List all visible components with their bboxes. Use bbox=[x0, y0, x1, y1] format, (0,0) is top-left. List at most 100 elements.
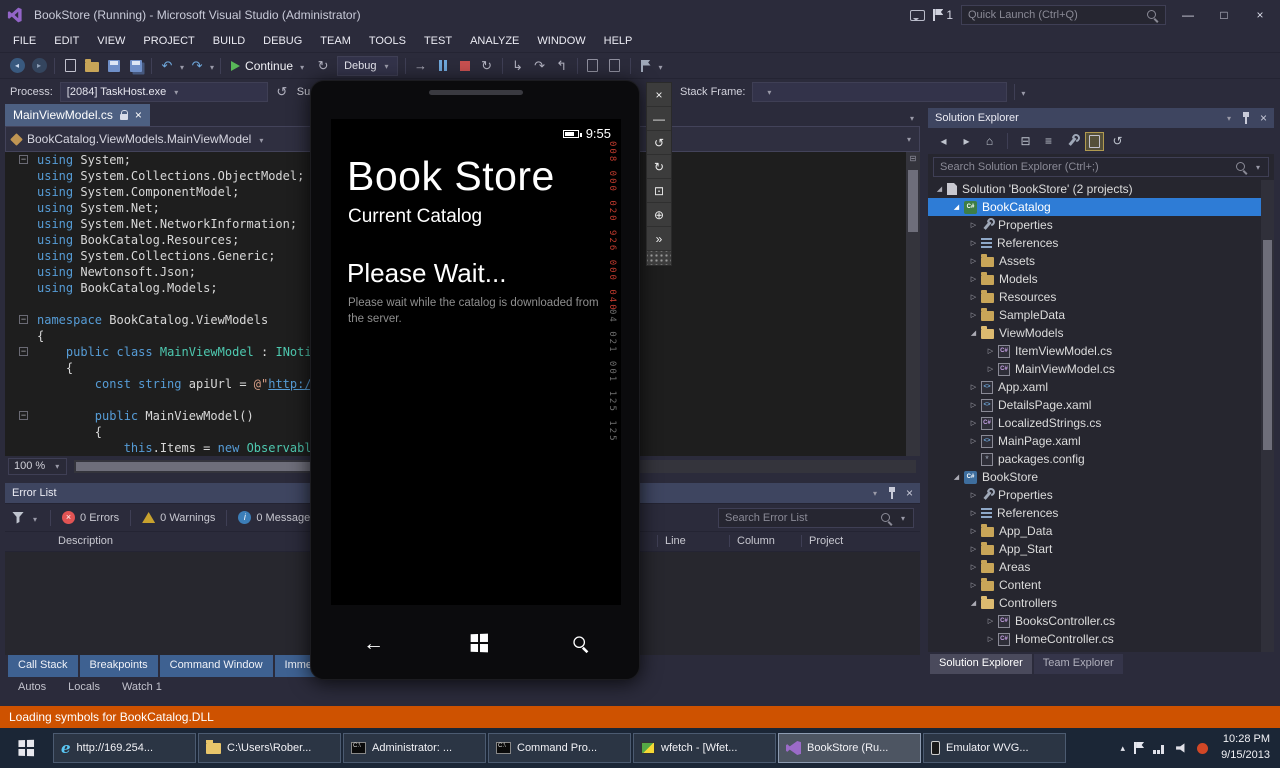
breakpoints-window-button[interactable] bbox=[583, 56, 603, 76]
taskbar-button-c-users-rober[interactable]: C:\Users\Rober... bbox=[198, 733, 341, 763]
tree-item-properties[interactable]: ▷Properties bbox=[928, 216, 1274, 234]
close-panel-icon[interactable] bbox=[1260, 112, 1267, 125]
toolbar-grip[interactable] bbox=[647, 251, 671, 265]
errors-filter-button[interactable]: × 0 Errors bbox=[62, 511, 119, 524]
expander-icon[interactable]: ▷ bbox=[966, 383, 981, 391]
tree-item-bookstore[interactable]: ◢BookStore bbox=[928, 468, 1274, 486]
tree-item-app-start[interactable]: ▷App_Start bbox=[928, 540, 1274, 558]
emulator-screen[interactable]: 9:55 Book Store Current Catalog Please W… bbox=[331, 119, 621, 605]
tab-solution-explorer[interactable]: Solution Explorer bbox=[930, 654, 1032, 674]
tree-item-detailspage-xaml[interactable]: ▷DetailsPage.xaml bbox=[928, 396, 1274, 414]
menu-test[interactable]: TEST bbox=[415, 30, 461, 52]
menu-help[interactable]: HELP bbox=[595, 30, 642, 52]
tab-watch-1[interactable]: Watch 1 bbox=[112, 677, 172, 699]
expander-icon[interactable]: ◢ bbox=[932, 185, 947, 193]
network-icon[interactable] bbox=[1153, 743, 1167, 754]
save-all-button[interactable] bbox=[126, 56, 146, 76]
menu-tools[interactable]: TOOLS bbox=[360, 30, 415, 52]
emulator-tray-icon[interactable] bbox=[1197, 743, 1208, 754]
tab-command-window[interactable]: Command Window bbox=[160, 655, 273, 677]
fold-collapse-icon[interactable]: − bbox=[19, 411, 28, 420]
forward-button[interactable]: ▸ bbox=[957, 132, 976, 151]
expander-icon[interactable]: ▷ bbox=[966, 509, 981, 517]
thread-icon[interactable]: ↺ bbox=[272, 82, 292, 102]
scrollbar-thumb[interactable] bbox=[1263, 240, 1272, 450]
rotate-left-button[interactable]: ↺ bbox=[647, 131, 671, 155]
undo-button[interactable]: ↶ bbox=[157, 56, 177, 76]
tree-item-mainviewmodel-cs[interactable]: ▷MainViewModel.cs bbox=[928, 360, 1274, 378]
expander-icon[interactable]: ▷ bbox=[966, 221, 981, 229]
menu-debug[interactable]: DEBUG bbox=[254, 30, 311, 52]
open-file-button[interactable] bbox=[82, 56, 102, 76]
minimize-button[interactable]: — bbox=[1174, 6, 1202, 24]
tree-item-mainpage-xaml[interactable]: ▷MainPage.xaml bbox=[928, 432, 1274, 450]
refresh-button[interactable]: ↻ bbox=[313, 56, 333, 76]
home-button[interactable]: ⌂ bbox=[980, 132, 999, 151]
sync-with-active-document-button[interactable]: ↺ bbox=[1108, 132, 1127, 151]
tab-team-explorer[interactable]: Team Explorer bbox=[1034, 654, 1123, 674]
tree-item-controllers[interactable]: ◢Controllers bbox=[928, 594, 1274, 612]
expander-icon[interactable]: ▷ bbox=[966, 257, 981, 265]
tree-item-areas[interactable]: ▷Areas bbox=[928, 558, 1274, 576]
tree-item-references[interactable]: ▷References bbox=[928, 234, 1274, 252]
emulator-close-button[interactable]: × bbox=[647, 83, 671, 107]
taskbar-button-http-169-254[interactable]: ehttp://169.254... bbox=[53, 733, 196, 763]
tree-item-app-xaml[interactable]: ▷App.xaml bbox=[928, 378, 1274, 396]
expander-icon[interactable]: ▷ bbox=[966, 239, 981, 247]
column-header-column[interactable]: Column bbox=[729, 535, 775, 547]
stop-debugging-button[interactable] bbox=[455, 56, 475, 76]
taskbar-clock[interactable]: 10:28 PM 9/15/2013 bbox=[1217, 732, 1270, 764]
break-all-button[interactable] bbox=[433, 56, 453, 76]
menu-view[interactable]: VIEW bbox=[88, 30, 134, 52]
split-editor-icon[interactable]: ⊟ bbox=[906, 152, 920, 166]
taskbar-button-bookstore-ru[interactable]: BookStore (Ru... bbox=[778, 733, 921, 763]
show-next-statement-button[interactable]: → bbox=[411, 56, 431, 76]
tree-item-app-data[interactable]: ▷App_Data bbox=[928, 522, 1274, 540]
scrollbar-thumb[interactable] bbox=[908, 170, 918, 232]
search-button[interactable] bbox=[572, 635, 589, 652]
error-list-search-input[interactable]: Search Error List bbox=[718, 508, 914, 528]
menu-edit[interactable]: EDIT bbox=[45, 30, 88, 52]
tree-item-resources[interactable]: ▷Resources bbox=[928, 288, 1274, 306]
tab-locals[interactable]: Locals bbox=[58, 677, 110, 699]
feedback-icon[interactable] bbox=[910, 10, 925, 21]
expander-icon[interactable]: ▷ bbox=[983, 365, 998, 373]
menu-window[interactable]: WINDOW bbox=[528, 30, 594, 52]
expander-icon[interactable]: ▷ bbox=[966, 581, 981, 589]
expander-icon[interactable]: ▷ bbox=[966, 437, 981, 445]
expander-icon[interactable]: ◢ bbox=[949, 473, 964, 481]
pin-icon[interactable] bbox=[888, 487, 897, 499]
stack-frame-dropdown[interactable] bbox=[752, 82, 1007, 102]
debug-target-dropdown[interactable]: Debug bbox=[337, 56, 397, 76]
step-out-button[interactable]: ↰ bbox=[552, 56, 572, 76]
tree-item-packages-config[interactable]: packages.config bbox=[928, 450, 1274, 468]
collapse-all-button[interactable]: ⊟ bbox=[1016, 132, 1035, 151]
expander-icon[interactable]: ◢ bbox=[966, 599, 981, 607]
undo-dropdown-icon[interactable] bbox=[178, 57, 186, 75]
expander-icon[interactable]: ▷ bbox=[966, 563, 981, 571]
tree-item-homecontroller-cs[interactable]: ▷HomeController.cs bbox=[928, 630, 1274, 648]
menu-build[interactable]: BUILD bbox=[204, 30, 254, 52]
tree-item-localizedstrings-cs[interactable]: ▷LocalizedStrings.cs bbox=[928, 414, 1274, 432]
back-button[interactable]: ← bbox=[363, 633, 384, 654]
taskbar-button-emulator-wvg[interactable]: Emulator WVG... bbox=[923, 733, 1066, 763]
menu-file[interactable]: FILE bbox=[4, 30, 45, 52]
properties-button[interactable] bbox=[1062, 132, 1081, 151]
expander-icon[interactable]: ▷ bbox=[966, 545, 981, 553]
close-button[interactable]: × bbox=[1246, 6, 1274, 24]
expander-icon[interactable]: ▷ bbox=[966, 491, 981, 499]
back-button[interactable]: ◂ bbox=[934, 132, 953, 151]
tab-autos[interactable]: Autos bbox=[8, 677, 56, 699]
volume-icon[interactable] bbox=[1176, 743, 1188, 754]
tree-item-itemviewmodel-cs[interactable]: ▷ItemViewModel.cs bbox=[928, 342, 1274, 360]
start-button[interactable] bbox=[0, 728, 52, 768]
navigate-backward-button[interactable]: ◂ bbox=[7, 56, 27, 76]
tab-call-stack[interactable]: Call Stack bbox=[8, 655, 78, 677]
expander-icon[interactable]: ▷ bbox=[966, 293, 981, 301]
window-position-icon[interactable] bbox=[1225, 113, 1233, 124]
expander-icon[interactable]: ◢ bbox=[949, 203, 964, 211]
tree-item-bookcatalog[interactable]: ◢BookCatalog bbox=[928, 198, 1274, 216]
action-center-icon[interactable] bbox=[1134, 742, 1144, 754]
fold-collapse-icon[interactable]: − bbox=[19, 347, 28, 356]
new-file-button[interactable] bbox=[60, 56, 80, 76]
